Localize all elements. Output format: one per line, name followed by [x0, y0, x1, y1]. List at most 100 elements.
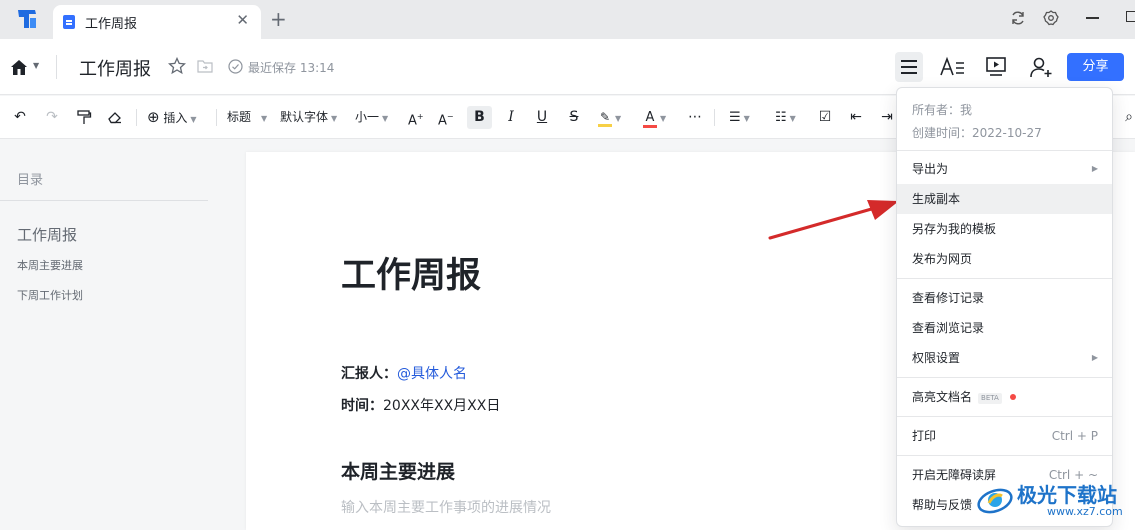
- mention-link[interactable]: @具体人名: [397, 366, 467, 382]
- more-menu-button[interactable]: [895, 52, 923, 82]
- outline-item-progress[interactable]: 本周主要进展: [17, 257, 83, 273]
- menu-item-label: 查看修订记录: [912, 291, 985, 305]
- indent-icon[interactable]: ⇥: [878, 107, 896, 127]
- menu-item-label: 帮助与反馈: [912, 498, 973, 512]
- undo-icon[interactable]: ↶: [11, 107, 29, 127]
- red-arrow-annotation: [768, 200, 899, 240]
- sync-icon[interactable]: [1010, 10, 1026, 26]
- star-icon[interactable]: [168, 57, 186, 75]
- font-color-button[interactable]: A ▼: [643, 107, 667, 128]
- caret-icon: ▼: [331, 114, 338, 123]
- outline-item-plan[interactable]: 下周工作计划: [17, 287, 83, 303]
- minimize-icon[interactable]: [1086, 17, 1099, 19]
- created-time-info: 创建时间：2022-10-27: [912, 126, 1042, 140]
- share-button[interactable]: 分享: [1067, 53, 1124, 81]
- saved-check-icon: [228, 59, 243, 74]
- add-tab-icon[interactable]: +: [270, 7, 287, 31]
- insert-dropdown[interactable]: ⊕ 插入 ▼: [147, 107, 197, 127]
- search-icon[interactable]: ⌕: [1120, 107, 1135, 127]
- add-user-icon[interactable]: [1029, 56, 1053, 78]
- font-label: 默认字体: [280, 110, 329, 124]
- caret-icon: ▼: [660, 114, 667, 123]
- heading-dropdown[interactable]: 标题 ▼: [227, 107, 267, 127]
- caret-icon: ▼: [743, 114, 750, 123]
- watermark-logo-icon: [977, 488, 1013, 514]
- heading-label: 标题: [227, 110, 252, 124]
- present-icon[interactable]: [985, 56, 1007, 78]
- toolbar-divider: [216, 109, 217, 126]
- outline-sidebar: 目录 工作周报 本周主要进展 下周工作计划: [0, 140, 245, 530]
- menu-divider: [897, 455, 1112, 456]
- move-folder-icon[interactable]: [197, 59, 213, 73]
- chevron-right-icon: ▶: [1091, 353, 1098, 362]
- menu-item-export[interactable]: 导出为 ▶: [897, 154, 1112, 184]
- strikethrough-button[interactable]: S: [565, 107, 583, 127]
- insert-label: 插入: [163, 111, 188, 125]
- menu-item-save-template[interactable]: 另存为我的模板: [897, 214, 1112, 244]
- section-heading[interactable]: 本周主要进展: [341, 457, 455, 484]
- reporter-line[interactable]: 汇报人：@具体人名: [341, 363, 467, 383]
- menu-item-permissions[interactable]: 权限设置 ▶: [897, 343, 1112, 373]
- hamburger-icon: [901, 60, 917, 62]
- watermark-text: 极光下载站: [1017, 483, 1117, 507]
- menu-item-duplicate[interactable]: 生成副本: [897, 184, 1112, 214]
- document-title[interactable]: 工作周报: [341, 247, 481, 298]
- menu-item-label: 导出为: [912, 162, 949, 176]
- text-style-icon[interactable]: [940, 56, 966, 78]
- menu-item-label: 权限设置: [912, 351, 961, 365]
- doc-title[interactable]: 工作周报: [79, 55, 151, 81]
- caret-icon: ▼: [615, 114, 622, 123]
- close-icon[interactable]: ✕: [236, 11, 249, 29]
- menu-item-revision-history[interactable]: 查看修订记录: [897, 283, 1112, 313]
- menu-item-print[interactable]: 打印 Ctrl + P: [897, 421, 1112, 451]
- watermark: 极光下载站 www.xz7.com: [975, 475, 1135, 530]
- caret-icon: ▼: [789, 114, 796, 123]
- menu-item-publish[interactable]: 发布为网页: [897, 244, 1112, 274]
- redo-icon[interactable]: ↷: [43, 107, 61, 127]
- watermark-url: www.xz7.com: [1047, 505, 1123, 518]
- home-caret-icon[interactable]: ▼: [33, 61, 39, 70]
- font-size-dropdown[interactable]: 小一 ▼: [355, 107, 388, 127]
- document-tab[interactable]: 工作周报 ✕: [53, 5, 261, 39]
- menu-item-label: 高亮文档名: [912, 390, 973, 404]
- divider: [0, 200, 208, 201]
- increase-font-icon[interactable]: A+: [408, 107, 424, 128]
- section-placeholder[interactable]: 输入本周主要工作事项的进展情况: [341, 497, 551, 517]
- time-label: 时间：: [341, 398, 383, 414]
- add-circle-icon: ⊕: [147, 108, 160, 126]
- bullet-list-button[interactable]: ☰ ▼: [729, 107, 750, 127]
- italic-button[interactable]: I: [502, 107, 520, 127]
- divider: [56, 55, 57, 79]
- outdent-icon[interactable]: ⇤: [847, 107, 865, 127]
- decrease-font-icon[interactable]: A−: [438, 107, 454, 128]
- font-dropdown[interactable]: 默认字体 ▼: [280, 107, 337, 127]
- bullet-list-icon: ☰: [729, 110, 741, 125]
- maximize-icon[interactable]: [1126, 11, 1135, 22]
- chevron-right-icon: ▶: [1091, 164, 1098, 173]
- number-list-button[interactable]: ☷ ▼: [775, 107, 796, 127]
- checkbox-icon[interactable]: ☑: [816, 107, 834, 127]
- home-icon[interactable]: [9, 58, 29, 76]
- underline-button[interactable]: U: [533, 107, 551, 127]
- reporter-label: 汇报人：: [341, 366, 397, 382]
- doc-icon: [63, 15, 75, 29]
- hamburger-icon: [901, 66, 917, 68]
- menu-divider: [897, 150, 1112, 151]
- outline-item-title[interactable]: 工作周报: [17, 224, 77, 245]
- menu-item-label: 生成副本: [912, 192, 961, 206]
- saved-status: 最近保存 13:14: [248, 61, 335, 75]
- menu-item-highlight-name[interactable]: 高亮文档名 BETA: [897, 382, 1112, 412]
- time-line[interactable]: 时间：20XX年XX月XX日: [341, 395, 500, 415]
- app-logo-icon[interactable]: [15, 8, 39, 30]
- gear-icon[interactable]: [1043, 10, 1059, 26]
- highlight-color-button[interactable]: ✎ ▼: [598, 107, 621, 127]
- tab-bar: 工作周报 ✕ +: [0, 0, 1135, 39]
- number-list-icon: ☷: [775, 110, 787, 125]
- outline-title: 目录: [17, 173, 44, 188]
- menu-item-view-history[interactable]: 查看浏览记录: [897, 313, 1112, 343]
- new-dot-badge: [1009, 394, 1016, 400]
- more-icon[interactable]: ⋯: [686, 107, 704, 127]
- bold-button[interactable]: B: [467, 106, 492, 129]
- format-painter-icon[interactable]: [76, 109, 92, 125]
- eraser-icon[interactable]: [107, 109, 123, 125]
